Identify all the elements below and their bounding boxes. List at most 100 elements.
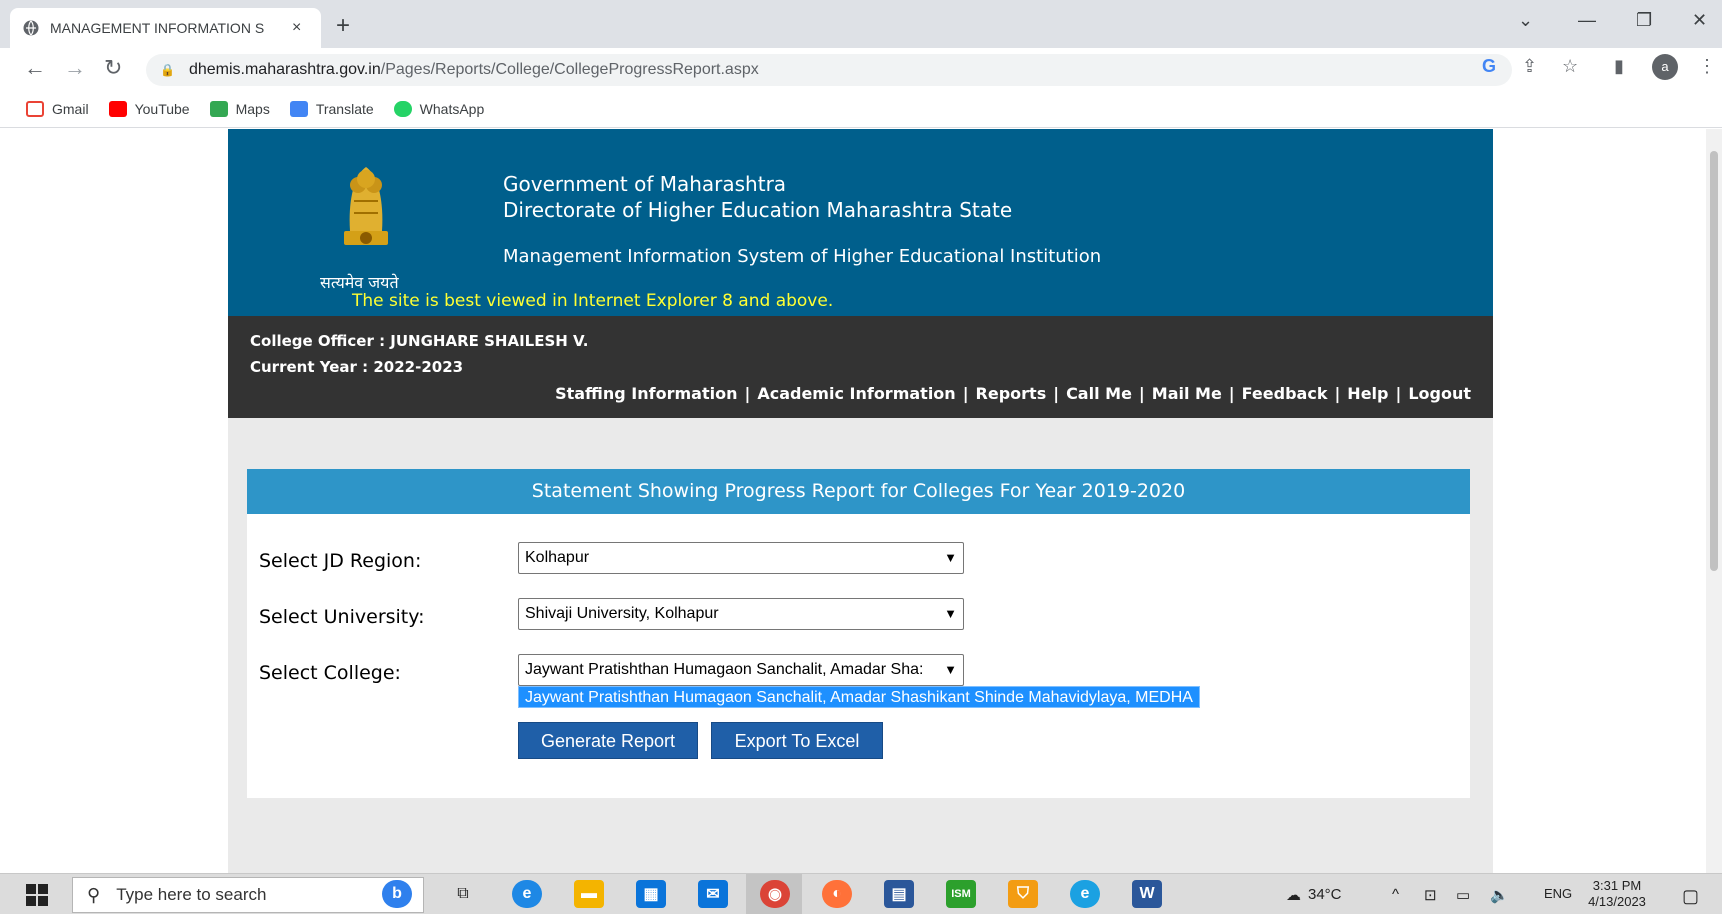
language-indicator[interactable]: ENG (1544, 886, 1572, 901)
gmail-icon (26, 100, 44, 117)
back-icon[interactable]: ← (24, 56, 46, 80)
bookmarks-bar: Gmail YouTube Maps Translate WhatsApp (0, 90, 1722, 128)
nav-separator: | (1138, 384, 1145, 403)
jd-region-select[interactable]: Kolhapur ▼ (518, 542, 964, 574)
jd-region-label: Select JD Region: (259, 550, 422, 572)
bing-chat-icon[interactable]: b (382, 880, 412, 908)
export-to-excel-button[interactable]: Export To Excel (711, 722, 883, 759)
bookmark-maps[interactable]: Maps (209, 100, 270, 117)
system-clock[interactable]: 3:31 PM 4/13/2023 (1582, 878, 1652, 910)
file-explorer-icon[interactable]: ▬ (574, 880, 604, 908)
nav-call-me[interactable]: Call Me (1066, 384, 1132, 403)
share-icon[interactable]: ⇪ (1522, 56, 1537, 77)
scrollbar-thumb[interactable] (1710, 151, 1718, 571)
nav-separator: | (1334, 384, 1341, 403)
internet-explorer-icon[interactable]: e (1070, 880, 1100, 908)
college-officer: College Officer : JUNGHARE SHAILESH V. (250, 332, 589, 350)
college-dropdown-option[interactable]: Jaywant Pratishthan Humagaon Sanchalit, … (518, 686, 1200, 708)
browser-tabstrip: MANAGEMENT INFORMATION S × + ⌄ — ❐ ✕ (0, 0, 1722, 48)
college-select[interactable]: Jaywant Pratishthan Humagaon Sanchalit, … (518, 654, 964, 686)
bookmark-label: WhatsApp (419, 100, 485, 117)
bookmark-label: YouTube (134, 100, 190, 117)
nav-separator: | (962, 384, 969, 403)
directorate-title: Directorate of Higher Education Maharash… (503, 198, 1013, 222)
nav-logout[interactable]: Logout (1408, 384, 1471, 403)
tab-search-icon[interactable]: ⌄ (1518, 10, 1533, 31)
close-window-icon[interactable]: ✕ (1692, 10, 1707, 31)
current-year: Current Year : 2022-2023 (250, 358, 464, 376)
edge-icon[interactable]: e (512, 880, 542, 908)
nav-academic-information[interactable]: Academic Information (757, 384, 955, 403)
nav-staffing-information[interactable]: Staffing Information (555, 384, 737, 403)
college-label: Select College: (259, 662, 401, 684)
gov-title: Government of Maharashtra (503, 172, 787, 196)
site-banner: सत्यमेव जयते Government of Maharashtra D… (228, 129, 1493, 316)
taskbar-search-input[interactable]: ⚲ Type here to search (72, 877, 424, 913)
mail-icon[interactable]: ✉ (698, 880, 728, 908)
firefox-icon[interactable]: ◐ (822, 880, 852, 908)
search-placeholder: Type here to search (116, 885, 267, 904)
jd-region-value: Kolhapur (525, 549, 590, 566)
gist-ism-icon[interactable]: ISM (946, 880, 976, 908)
nav-mail-me[interactable]: Mail Me (1152, 384, 1222, 403)
nav-separator: | (1053, 384, 1060, 403)
profile-avatar[interactable]: a (1652, 54, 1678, 80)
globe-icon (23, 20, 39, 36)
word-icon[interactable]: W (1132, 880, 1162, 908)
university-select[interactable]: Shivaji University, Kolhapur ▼ (518, 598, 964, 630)
google-translate-icon[interactable]: G (1482, 56, 1496, 77)
report-heading: Statement Showing Progress Report for Co… (247, 469, 1470, 514)
bookmark-whatsapp[interactable]: WhatsApp (393, 100, 485, 117)
volume-icon[interactable]: 🔈 (1490, 886, 1509, 904)
search-icon: ⚲ (87, 884, 101, 905)
menu-dots-icon[interactable]: ⋮ (1698, 56, 1716, 77)
page-viewport: सत्यमेव जयते Government of Maharashtra D… (0, 129, 1706, 873)
tab-title: MANAGEMENT INFORMATION S (50, 20, 265, 36)
browser-tab[interactable]: MANAGEMENT INFORMATION S × (10, 8, 321, 48)
temperature[interactable]: 34°C (1308, 886, 1342, 903)
nav-separator: | (1395, 384, 1402, 403)
weather-cloud-icon[interactable]: ☁ (1286, 886, 1301, 904)
nav-reports[interactable]: Reports (976, 384, 1047, 403)
clock-time: 3:31 PM (1592, 878, 1642, 893)
reload-icon[interactable]: ↻ (104, 56, 122, 80)
bookmark-gmail[interactable]: Gmail (26, 100, 89, 117)
clock-date: 4/13/2023 (1588, 894, 1646, 909)
top-nav: Staffing Information | Academic Informat… (555, 384, 1471, 403)
notifications-icon[interactable]: ▢ (1682, 886, 1699, 907)
restore-icon[interactable]: ❐ (1636, 10, 1652, 31)
nav-feedback[interactable]: Feedback (1242, 384, 1328, 403)
browser-toolbar: ← → ↻ 🔒 dhemis.maharashtra.gov.in /Pages… (0, 48, 1722, 90)
forward-icon[interactable]: → (64, 56, 86, 80)
minimize-icon[interactable]: — (1578, 10, 1596, 31)
display-icon[interactable]: ▭ (1456, 886, 1470, 904)
bookmark-translate[interactable]: Translate (289, 100, 374, 117)
app-window-icon[interactable]: ▤ (884, 880, 914, 908)
whatsapp-icon (393, 100, 412, 117)
side-panel-icon[interactable]: ▮ (1614, 56, 1624, 77)
page-scrollbar[interactable] (1706, 129, 1722, 873)
store-icon[interactable]: ▦ (636, 880, 666, 908)
shield-app-icon[interactable]: ⛉ (1008, 880, 1038, 908)
university-value: Shivaji University, Kolhapur (525, 605, 719, 622)
chevron-down-icon: ▼ (940, 599, 957, 629)
system-title: Management Information System of Higher … (503, 246, 1102, 267)
emblem-motto: सत्यमेव जयते (320, 273, 399, 292)
report-panel: Statement Showing Progress Report for Co… (247, 469, 1470, 798)
lock-icon: 🔒 (160, 63, 175, 77)
tray-chevron-icon[interactable]: ^ (1392, 886, 1399, 903)
bookmark-star-icon[interactable]: ☆ (1562, 56, 1578, 77)
bookmark-youtube[interactable]: YouTube (108, 100, 190, 117)
task-view-icon[interactable]: ⧉ (448, 880, 478, 908)
generate-report-button[interactable]: Generate Report (518, 722, 698, 759)
new-tab-button[interactable]: + (336, 12, 350, 40)
network-icon[interactable]: ⊡ (1424, 886, 1437, 904)
address-bar[interactable]: 🔒 dhemis.maharashtra.gov.in /Pages/Repor… (146, 54, 1512, 86)
chrome-icon[interactable]: ◉ (760, 880, 790, 908)
bookmark-label: Maps (235, 100, 270, 117)
nav-separator: | (1228, 384, 1235, 403)
windows-start-icon[interactable] (26, 884, 48, 906)
tab-close-icon[interactable]: × (292, 19, 301, 37)
nav-help[interactable]: Help (1347, 384, 1388, 403)
chevron-down-icon: ▼ (940, 655, 957, 685)
